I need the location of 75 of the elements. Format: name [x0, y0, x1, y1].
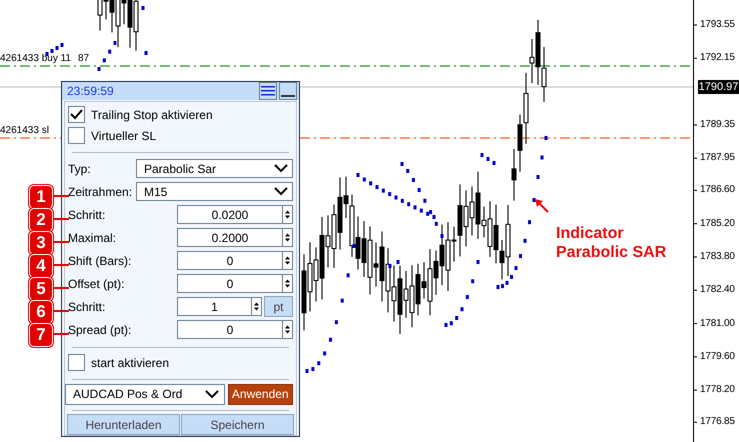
menu-button[interactable]: [259, 82, 277, 100]
step-number-badge: 5: [29, 277, 53, 301]
chevron-down-icon: [204, 390, 219, 398]
order-line-label: 4261433 sl: [0, 125, 49, 137]
step-number-badge: 3: [29, 231, 53, 255]
field-label: Schritt:: [68, 300, 106, 314]
indicator-dot-series: [536, 136, 548, 179]
step-number-badge: 6: [29, 300, 53, 324]
field-label: Shift (Bars):: [68, 254, 132, 268]
preset-dropdown[interactable]: AUDCAD Pos & Ord: [65, 384, 225, 404]
annotation-text: Indicator: [556, 224, 625, 243]
checkbox[interactable]: [68, 354, 85, 371]
checkbox[interactable]: [68, 106, 85, 123]
price-axis-label: 1793.55: [700, 19, 735, 31]
indicator-dot-series: [388, 260, 400, 268]
price-axis-label: 1789.35: [700, 118, 735, 131]
step-number-badge: 2: [29, 208, 53, 232]
indicator-dot-series: [480, 153, 496, 165]
price-axis-label: 1779.60: [700, 350, 735, 363]
spinner-arrows-icon[interactable]: [251, 298, 261, 315]
spinner-arrows-icon[interactable]: [282, 252, 292, 269]
number-field[interactable]: 0: [177, 274, 293, 293]
current-price-label: 1790.97: [698, 80, 739, 94]
price-axis-label: 1787.95: [700, 152, 735, 164]
unit-button[interactable]: pt: [264, 296, 293, 317]
menu-icon: [261, 85, 275, 97]
indicator-dot-series: [98, 41, 116, 71]
indicator-dot-series: [444, 260, 480, 327]
arrow-icon: [535, 199, 549, 213]
price-axis-label: 1783.80: [700, 250, 735, 263]
panel-button[interactable]: Herunterladen: [67, 414, 180, 435]
spinner-arrows-icon[interactable]: [282, 321, 292, 338]
price-axis-label: 1782.40: [700, 284, 735, 296]
price-axis-label: 1776.85: [700, 416, 735, 428]
number-field[interactable]: 0: [177, 251, 293, 270]
minimize-icon: [281, 95, 295, 97]
checkbox-label: Virtueller SL: [91, 128, 156, 142]
price-axis-label: 1781.00: [700, 318, 735, 330]
minimize-button[interactable]: [279, 82, 297, 100]
indicator-dot-series: [144, 51, 148, 55]
step-number-badge: 1: [29, 185, 53, 209]
price-axis-label: 1778.20: [700, 384, 735, 396]
checkbox-label: start aktivieren: [91, 356, 170, 370]
panel-button[interactable]: Speichern: [181, 414, 294, 435]
price-axis-label: 1792.15: [700, 52, 735, 64]
spinner-arrows-icon[interactable]: [282, 229, 292, 246]
field-label: Zeitrahmen:: [68, 184, 134, 198]
checkbox[interactable]: [68, 127, 85, 144]
chevron-down-icon: [274, 164, 288, 173]
step-number-badge: 4: [29, 254, 53, 278]
order-line-label: 87: [78, 53, 90, 65]
number-field[interactable]: 0.2000: [177, 228, 293, 247]
order-line-label: 4261433 buy 11: [0, 53, 71, 65]
price-axis-label: 1785.20: [700, 218, 735, 230]
spinner-arrows-icon[interactable]: [282, 206, 292, 223]
step-number-badge: 7: [29, 323, 53, 347]
indicator-dot-series: [142, 6, 144, 10]
number-field[interactable]: 1: [177, 297, 262, 316]
field-label: Maximal:: [68, 230, 118, 244]
spinner-arrows-icon[interactable]: [282, 275, 292, 292]
apply-button[interactable]: Anwenden: [228, 384, 293, 404]
number-field[interactable]: 0.0200: [177, 205, 293, 224]
chevron-down-icon: [274, 187, 288, 196]
number-field[interactable]: 0: [177, 320, 293, 339]
dropdown[interactable]: M15: [136, 182, 293, 201]
checkmark-icon: [70, 109, 83, 120]
checkbox-label: Trailing Stop aktivieren: [91, 108, 213, 122]
field-label: Spread (pt):: [68, 322, 132, 336]
price-axis-label: 1786.60: [700, 184, 735, 196]
field-label: Schritt:: [68, 208, 106, 222]
annotation-text: Parabolic SAR: [556, 243, 666, 262]
field-label: Offset (pt):: [68, 276, 126, 290]
dropdown[interactable]: Parabolic Sar: [136, 159, 293, 178]
field-label: Typ:: [68, 162, 92, 176]
panel-clock: 23:59:59: [67, 84, 115, 98]
